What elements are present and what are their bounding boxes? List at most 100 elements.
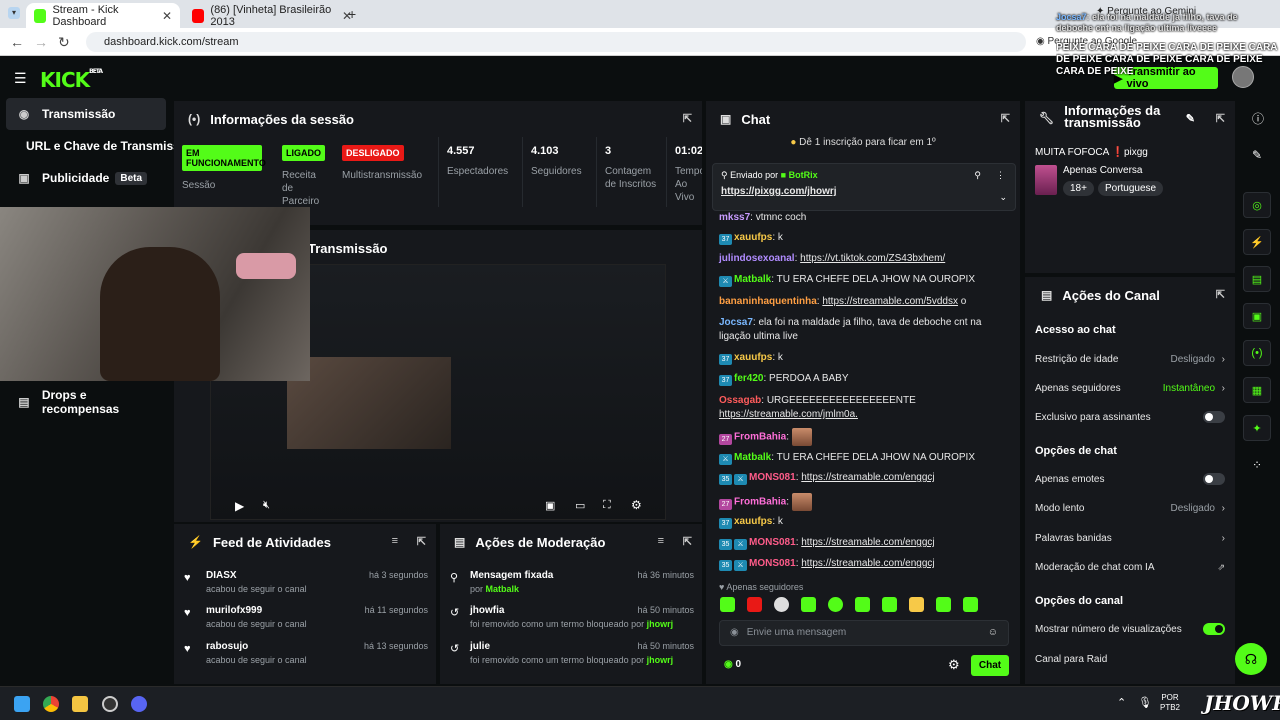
tag[interactable]: Portuguese — [1097, 181, 1164, 196]
rail-camera-icon[interactable]: ◎ — [1243, 192, 1271, 218]
row-ai-moderation[interactable]: Moderação de chat com IA ⇗ — [1035, 559, 1225, 575]
obs-icon[interactable] — [102, 696, 118, 712]
chat-username[interactable]: MONS081 — [749, 472, 796, 483]
rail-wrench-icon[interactable]: ✦ — [1243, 415, 1271, 441]
url-input[interactable]: dashboard.kick.com/stream — [86, 32, 1026, 52]
row-raid-channel[interactable]: Canal para Raid — [1035, 651, 1225, 667]
pinned-message[interactable]: ⚲ Enviado por ■ BotRix https://pixgg.com… — [712, 163, 1016, 211]
back-icon[interactable]: ← — [10, 34, 24, 50]
view-count-toggle[interactable] — [1203, 623, 1225, 635]
chevron-down-icon[interactable]: ⌄ — [999, 192, 1007, 203]
emote-icon[interactable] — [747, 597, 762, 612]
tray-chevron-icon[interactable]: ⌃ — [1117, 696, 1126, 709]
theater-icon[interactable]: ▭ — [575, 499, 585, 512]
channel-points[interactable]: ◉ 0 — [724, 659, 741, 670]
chat-link[interactable]: https://streamable.com/enggcj — [801, 472, 934, 483]
sidebar-item-publicidade[interactable]: ▣ Publicidade Beta — [6, 162, 166, 194]
expand-icon[interactable]: ⇱ — [1216, 288, 1225, 301]
emote-icon[interactable] — [963, 597, 978, 612]
chat-input[interactable]: ◉ Envie uma mensagem ☺ — [719, 620, 1009, 646]
fullscreen-icon[interactable]: ⛶ — [603, 499, 611, 512]
chat-username[interactable]: MONS081 — [749, 558, 796, 569]
row-subs-only[interactable]: Exclusivo para assinantes — [1035, 409, 1225, 425]
more-icon[interactable]: ⋮ — [996, 170, 1005, 181]
chat-username[interactable]: bananinhaquentinha — [719, 296, 817, 307]
support-button[interactable]: ☊ — [1235, 643, 1267, 675]
mute-icon[interactable]: 🔇︎ — [263, 499, 270, 512]
sub-banner[interactable]: ● Dê 1 inscrição para ficar em 1º — [706, 137, 1020, 155]
chat-send-button[interactable]: Chat — [971, 655, 1009, 676]
rail-broadcast-icon[interactable]: (•) — [1243, 340, 1271, 366]
chat-username[interactable]: Ossagab — [719, 395, 761, 406]
pinned-link[interactable]: https://pixgg.com/jhowrj — [721, 186, 1007, 197]
chat-username[interactable]: mkss7 — [719, 212, 750, 223]
expand-icon[interactable]: ⇱ — [417, 535, 426, 548]
chat-link[interactable]: https://vt.tiktok.com/ZS43bxhem/ — [800, 253, 945, 264]
chat-username[interactable]: fer420 — [734, 373, 763, 384]
play-icon[interactable]: ▶ — [235, 499, 244, 513]
rail-more-icon[interactable]: ⁘ — [1252, 458, 1262, 472]
edit-icon[interactable]: ✎ — [1186, 112, 1195, 125]
chat-settings-icon[interactable]: ⚙ — [948, 657, 960, 673]
language-indicator[interactable]: POR PTB2 — [1160, 693, 1180, 713]
emote-icon[interactable] — [801, 597, 816, 612]
pin-action-icon[interactable]: ⚲ — [974, 170, 981, 181]
sidebar-item-url[interactable]: URL e Chave de Transmissão — [6, 130, 174, 162]
reload-icon[interactable]: ↻ — [58, 34, 70, 51]
emote-icon[interactable] — [909, 597, 924, 612]
emoji-icon[interactable]: ☺ — [988, 627, 998, 638]
forward-icon[interactable]: → — [34, 34, 48, 50]
explorer-icon[interactable] — [72, 696, 88, 712]
windows-start-icon[interactable] — [14, 696, 30, 712]
chrome-icon[interactable] — [43, 696, 59, 712]
chat-username[interactable]: xauufps — [734, 232, 772, 243]
chat-username[interactable]: Matbalk — [734, 452, 771, 463]
info-icon[interactable]: ⓘ — [1252, 110, 1264, 127]
tag[interactable]: 18+ — [1063, 181, 1094, 196]
discord-icon[interactable] — [131, 696, 147, 712]
expand-icon[interactable]: ⇱ — [683, 112, 692, 125]
emote-icon[interactable] — [720, 597, 735, 612]
chat-username[interactable]: MONS081 — [749, 537, 796, 548]
category-name[interactable]: Apenas Conversa — [1063, 165, 1143, 176]
pencil-icon[interactable]: ✎ — [1252, 148, 1262, 162]
row-emote-only[interactable]: Apenas emotes — [1035, 471, 1225, 487]
chat-username[interactable]: Jocsa7 — [719, 317, 753, 328]
sidebar-item-transmissao[interactable]: ◉ Transmissão — [6, 98, 166, 130]
emote-icon[interactable] — [936, 597, 951, 612]
emote-icon[interactable] — [774, 597, 789, 612]
row-banned-words[interactable]: Palavras banidas › — [1035, 530, 1225, 546]
filter-icon[interactable]: ≡ — [392, 535, 398, 547]
chat-link[interactable]: https://streamable.com/5vddsx — [822, 296, 958, 307]
expand-icon[interactable]: ⇱ — [1216, 112, 1225, 125]
browser-tab-youtube[interactable]: (86) [Vinheta] Brasileirão 2013 ✕ — [184, 3, 360, 28]
filter-icon[interactable]: ≡ — [658, 535, 664, 547]
emote-icon[interactable] — [828, 597, 843, 612]
sidebar-item-drops[interactable]: ▤ Drops e recompensas — [6, 386, 166, 418]
emote-icon[interactable] — [855, 597, 870, 612]
chat-username[interactable]: xauufps — [734, 516, 772, 527]
subs-only-toggle[interactable] — [1203, 411, 1225, 423]
expand-icon[interactable]: ⇱ — [683, 535, 692, 548]
close-icon[interactable]: ✕ — [162, 9, 172, 23]
rail-document-icon[interactable]: ▤ — [1243, 266, 1271, 292]
emote-icon[interactable] — [882, 597, 897, 612]
expand-icon[interactable]: ⇱ — [1001, 112, 1010, 125]
chat-link[interactable]: https://streamable.com/enggcj — [801, 558, 934, 569]
chat-link[interactable]: https://streamable.com/jmlm0a. — [719, 409, 858, 420]
chat-username[interactable]: FromBahia — [734, 432, 786, 443]
chat-link[interactable]: https://streamable.com/enggcj — [801, 537, 934, 548]
browser-tab-kick[interactable]: Stream - Kick Dashboard ✕ — [26, 3, 180, 28]
chat-username[interactable]: Matbalk — [734, 274, 771, 285]
row-followers-only[interactable]: Apenas seguidores Instantâneo › — [1035, 380, 1225, 396]
kick-logo[interactable]: KICKBETA — [40, 68, 103, 92]
rail-layout-icon[interactable]: ▦ — [1243, 377, 1271, 403]
rail-bolt-icon[interactable]: ⚡ — [1243, 229, 1271, 255]
chat-mode-icon[interactable]: ◉ — [730, 627, 739, 638]
menu-icon[interactable]: ☰ — [14, 70, 27, 87]
rail-chat-icon[interactable]: ▣ — [1243, 303, 1271, 329]
settings-icon[interactable]: ⚙ — [631, 498, 642, 512]
chat-username[interactable]: xauufps — [734, 352, 772, 363]
new-tab-button[interactable]: + — [348, 6, 356, 22]
chat-username[interactable]: FromBahia — [734, 497, 786, 508]
